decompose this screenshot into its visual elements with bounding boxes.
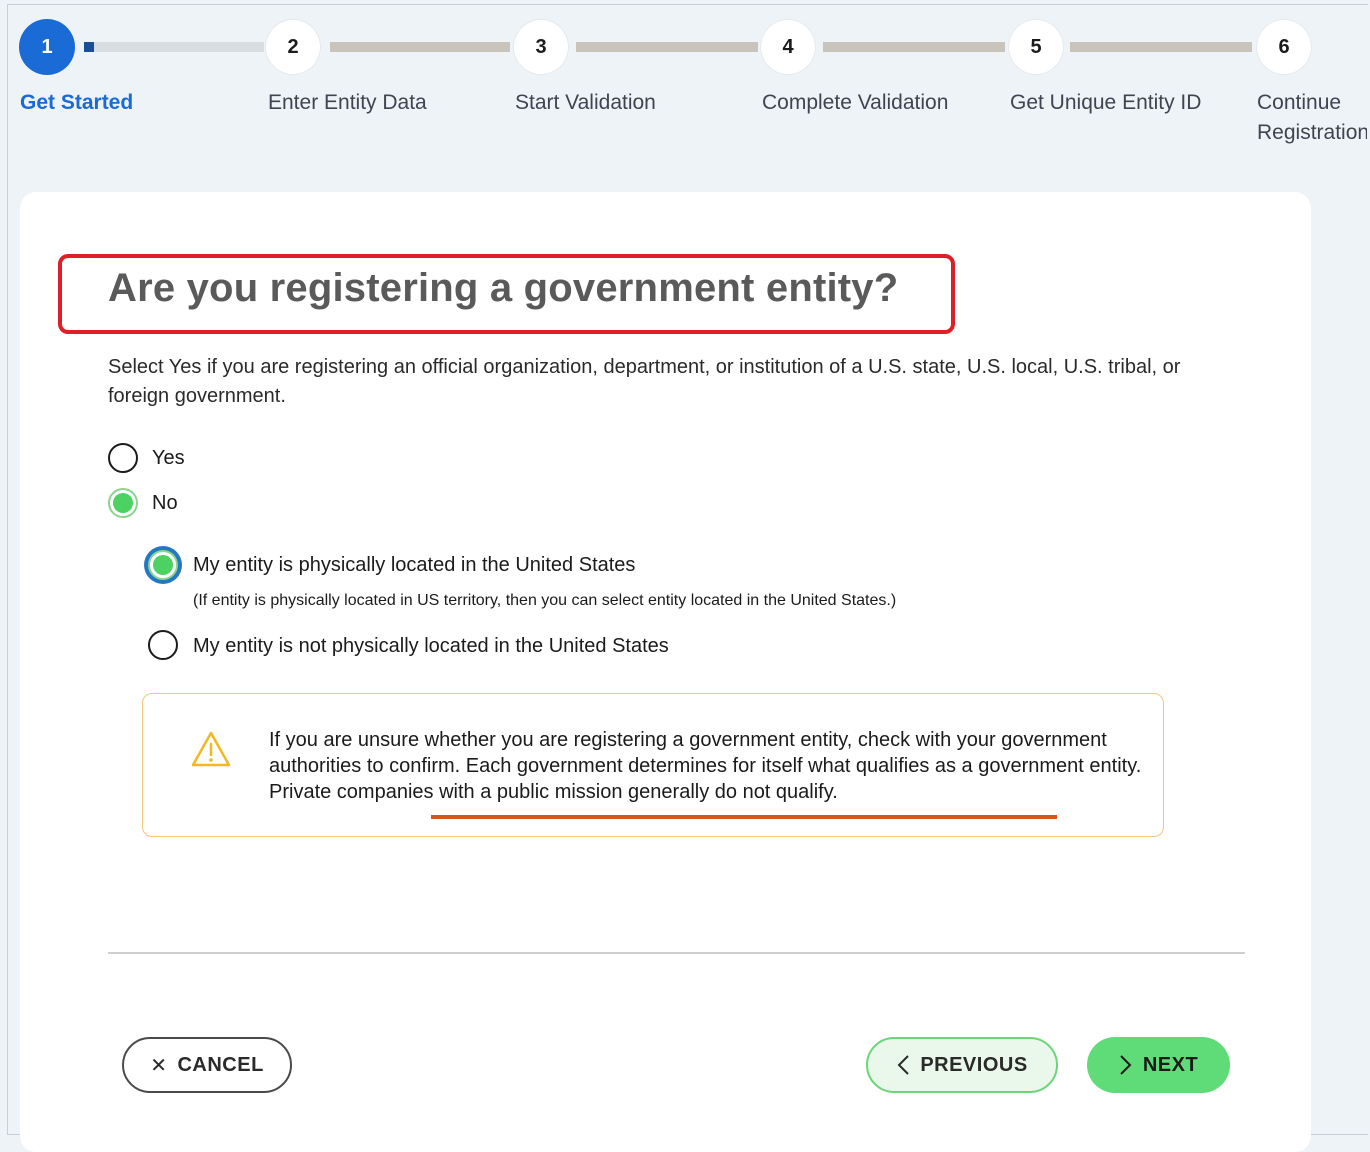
cancel-button-label: CANCEL xyxy=(177,1053,264,1076)
step-6-circle: 6 xyxy=(1256,19,1312,75)
step-4-label: Complete Validation xyxy=(762,91,949,114)
previous-button[interactable]: PREVIOUS xyxy=(866,1037,1058,1093)
page-title: Are you registering a government entity? xyxy=(108,266,899,310)
located-in-us-hint: (If entity is physically located in US t… xyxy=(193,592,897,609)
progress-fill xyxy=(84,42,94,52)
located-in-us-radio[interactable] xyxy=(148,550,178,580)
footer-divider xyxy=(108,952,1245,954)
located-in-us-label[interactable]: My entity is physically located in the U… xyxy=(193,551,635,579)
not-located-in-us-label[interactable]: My entity is not physically located in t… xyxy=(193,632,669,660)
step-1-label: Get Started xyxy=(20,91,134,114)
step-4-circle: 4 xyxy=(760,19,816,75)
warning-alert-text: If you are unsure whether you are regist… xyxy=(269,729,1142,803)
step-6-label: Continue Registration xyxy=(1257,91,1367,144)
step-2-circle: 2 xyxy=(265,19,321,75)
progress-track xyxy=(823,42,1005,52)
chevron-left-icon xyxy=(896,1054,910,1076)
step-1-circle[interactable]: 1 xyxy=(19,19,75,75)
next-button[interactable]: NEXT xyxy=(1087,1037,1230,1093)
progress-track xyxy=(330,42,510,52)
no-label[interactable]: No xyxy=(152,489,178,517)
close-icon: ✕ xyxy=(150,1054,168,1077)
question-card xyxy=(20,192,1311,1152)
previous-button-label: PREVIOUS xyxy=(920,1053,1028,1076)
yes-label[interactable]: Yes xyxy=(152,444,185,472)
step-3-circle: 3 xyxy=(513,19,569,75)
warning-icon xyxy=(191,731,231,767)
step-5-circle: 5 xyxy=(1008,19,1064,75)
question-description: Select Yes if you are registering an off… xyxy=(108,356,1181,407)
emphasis-underline xyxy=(431,815,1057,819)
cancel-button[interactable]: ✕ CANCEL xyxy=(122,1037,292,1093)
progress-track xyxy=(1070,42,1252,52)
progress-track xyxy=(576,42,758,52)
next-button-label: NEXT xyxy=(1142,1053,1199,1076)
chevron-right-icon xyxy=(1119,1054,1133,1076)
step-5-label: Get Unique Entity ID xyxy=(1010,91,1202,114)
step-3-label: Start Validation xyxy=(515,91,656,114)
not-located-in-us-radio[interactable] xyxy=(148,630,178,660)
no-radio[interactable] xyxy=(108,488,138,518)
step-2-label: Enter Entity Data xyxy=(268,91,427,114)
yes-radio[interactable] xyxy=(108,443,138,473)
progress-track xyxy=(94,42,264,52)
